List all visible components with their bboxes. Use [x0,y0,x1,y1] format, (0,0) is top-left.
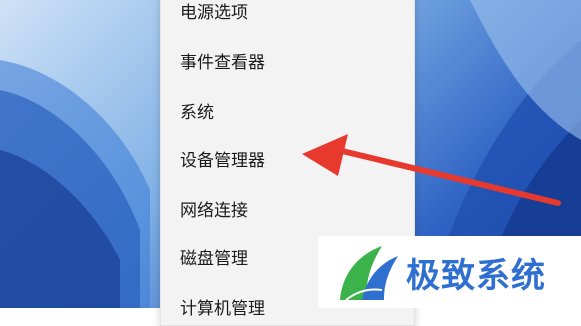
watermark-text: 极致系统 [406,256,546,296]
watermark: 极致系统 [318,236,581,308]
leaf-logo-icon [340,246,398,301]
